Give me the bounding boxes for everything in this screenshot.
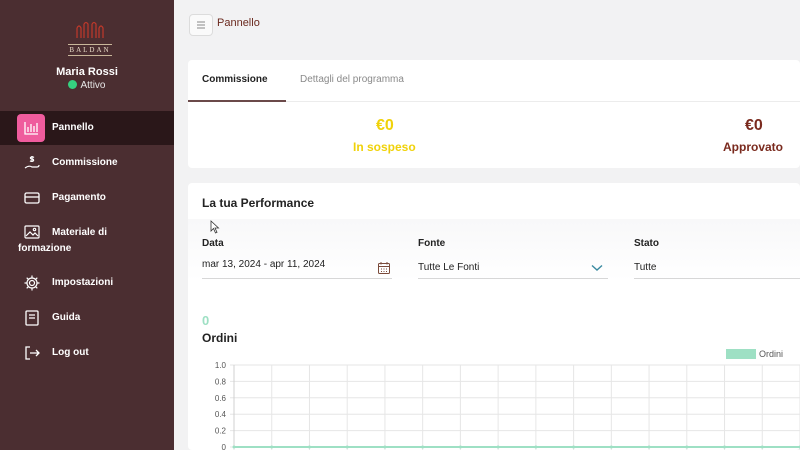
breadcrumb: Pannello — [217, 17, 260, 29]
user-status-label: Attivo — [80, 80, 106, 91]
date-filter-label: Data — [202, 238, 224, 249]
tab-dettagli-programma[interactable]: Dettagli del programma — [300, 74, 404, 85]
y-tick-label: 0.8 — [215, 377, 227, 386]
approved-amount: €0 — [745, 117, 763, 134]
y-tick-label: 0.2 — [215, 427, 227, 436]
data-point — [270, 445, 274, 449]
source-filter-underline — [418, 278, 608, 279]
state-select[interactable]: Tutte — [634, 262, 656, 273]
pending-label: In sospeso — [353, 140, 416, 154]
y-tick-label: 0.4 — [215, 410, 227, 419]
orders-chart: Ordini 1.0 0.8 0.6 0.4 0.2 0 — [215, 349, 800, 450]
sidebar-item-impostazioni[interactable]: Impostazioni — [0, 266, 174, 300]
active-tab-indicator — [188, 100, 286, 102]
approved-label: Approvato — [723, 140, 783, 154]
sidebar-item-logout[interactable]: Log out — [0, 336, 174, 370]
mouse-cursor-icon — [210, 220, 220, 234]
sidebar-item-guida[interactable]: Guida — [0, 301, 174, 335]
source-filter-label: Fonte — [418, 238, 446, 249]
data-point — [345, 445, 349, 449]
user-name: Maria Rossi — [56, 66, 118, 78]
hand-money-icon — [23, 154, 41, 172]
status-dot-icon — [68, 80, 78, 89]
image-icon — [23, 223, 41, 241]
user-status: Attivo — [0, 80, 174, 91]
data-point — [572, 445, 576, 449]
data-point — [723, 445, 727, 449]
sidebar-item-pagamento[interactable]: Pagamento — [0, 181, 174, 215]
data-point — [609, 445, 613, 449]
data-point — [421, 445, 425, 449]
brand-name: BALDAN — [69, 46, 111, 54]
calendar-icon[interactable] — [377, 261, 391, 275]
chevron-down-icon[interactable] — [591, 264, 603, 272]
top-header: Pannello — [174, 0, 800, 46]
hamburger-icon — [197, 21, 205, 29]
y-tick-label: 0.6 — [215, 394, 227, 403]
data-point — [232, 445, 236, 449]
commission-card: Commissione Dettagli del programma €0 In… — [188, 60, 800, 168]
y-tick-label: 0 — [222, 443, 227, 450]
date-filter-underline — [202, 278, 392, 279]
performance-card: La tua Performance Data mar 13, 2024 - a… — [188, 183, 800, 450]
data-point — [760, 445, 764, 449]
credit-card-icon — [23, 189, 41, 207]
tab-commissione[interactable]: Commissione — [202, 74, 268, 85]
brand-logo: BALDAN — [66, 20, 114, 62]
sidebar: BALDAN Maria Rossi Attivo Pannello Commi… — [0, 0, 174, 450]
logout-icon — [23, 344, 41, 362]
sidebar-item-commissione[interactable]: Commissione — [0, 146, 174, 180]
crown-logo-icon — [76, 21, 104, 38]
orders-count: 0 — [202, 313, 210, 328]
sidebar-item-label: Log out — [52, 347, 89, 358]
book-icon — [23, 309, 41, 327]
legend-swatch — [726, 349, 756, 359]
data-point — [307, 445, 311, 449]
state-filter-label: Stato — [634, 238, 659, 249]
state-filter-underline — [634, 278, 800, 279]
bar-chart-icon — [17, 114, 45, 142]
sidebar-item-pannello[interactable]: Pannello — [0, 111, 174, 145]
gear-icon — [23, 274, 41, 292]
sidebar-item-label: Pannello — [52, 122, 94, 133]
sidebar-item-label: Guida — [52, 312, 81, 323]
data-point — [496, 445, 500, 449]
sidebar-item-label: Impostazioni — [52, 277, 114, 288]
pending-amount: €0 — [376, 117, 394, 134]
source-select[interactable]: Tutte Le Fonti — [418, 262, 479, 273]
date-range-input[interactable]: mar 13, 2024 - apr 11, 2024 — [202, 259, 325, 270]
filter-band — [188, 219, 800, 281]
legend-label: Ordini — [759, 349, 783, 359]
data-point — [383, 445, 387, 449]
sidebar-item-label: Pagamento — [52, 192, 106, 203]
data-point — [685, 445, 689, 449]
data-point — [647, 445, 651, 449]
sidebar-item-label-cont: formazione — [18, 243, 72, 254]
data-point — [534, 445, 538, 449]
menu-toggle-button[interactable] — [189, 14, 213, 36]
performance-title: La tua Performance — [202, 196, 315, 210]
sidebar-item-materiale[interactable]: Materiale di formazione — [0, 223, 174, 263]
sidebar-item-label: Materiale di — [52, 227, 108, 238]
data-point — [458, 445, 462, 449]
sidebar-item-label: Commissione — [52, 157, 118, 168]
y-tick-label: 1.0 — [215, 361, 227, 370]
